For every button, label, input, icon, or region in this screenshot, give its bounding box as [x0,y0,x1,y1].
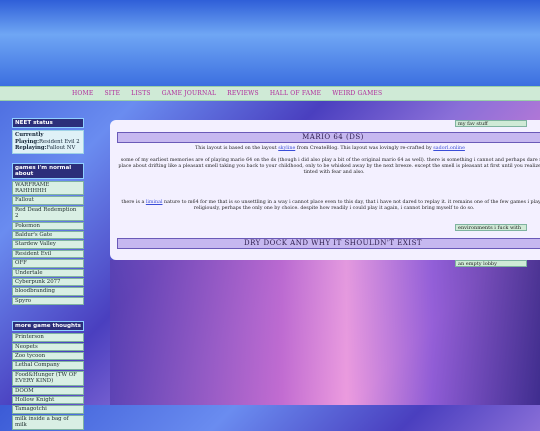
game-link[interactable]: Stardew Valley [12,240,84,249]
game-link[interactable]: Spyro [12,296,84,306]
game-link[interactable]: Pokemon [12,221,84,230]
game-link[interactable]: OFF [12,259,84,268]
status-box: Currently Playing:Resident Evil 2 Replay… [12,130,84,154]
game-link[interactable]: Cyberpunk 2077 [12,277,84,287]
status-title: NEET status [12,118,84,128]
nav-home[interactable]: HOME [72,90,93,97]
sadorl-link[interactable]: sadorl.online [433,146,465,151]
game-link[interactable]: Baldur's Gate [12,230,84,240]
normal-games-title: games i'm normal about [12,162,84,179]
nav-game-journal[interactable]: GAME JOURNAL [162,90,216,97]
game-link[interactable]: Undertale [12,268,84,277]
game-link[interactable]: Resident Evil [12,249,84,259]
game-thought-link[interactable]: milk inside a bag of milk [12,414,84,430]
game-link[interactable]: bloodbranding [12,287,84,296]
skyline-link[interactable]: skyline [278,146,295,151]
credit-line: This layout is based on the layout skyli… [195,146,465,151]
replaying-value: Fallout NV [46,145,76,151]
nav-reviews[interactable]: REVIEWS [227,90,259,97]
post-paragraph-2: there is a liminal nature to m64 for me … [121,200,540,211]
post-paragraph-1: some of my earliest memories are of play… [118,158,540,175]
playing-value: Resident Evil 2 [39,138,80,145]
post2-title: DRY DOCK AND WHY IT SHOULDN'T EXIST [117,238,540,249]
game-thought-link[interactable]: Neopets [12,342,84,351]
nav-site[interactable]: SITE [104,90,120,97]
replaying-label: Replaying: [15,145,47,151]
game-thought-link[interactable]: Hollow Knight [12,396,84,405]
game-thought-link[interactable]: Lethal Company [12,361,84,370]
main-content: MARIO 64 (DS) This layout is based on th… [110,120,540,260]
main-nav: HOME SITE LISTS GAME JOURNAL REVIEWS HAL… [0,86,540,101]
liminal-link[interactable]: liminal [146,200,163,205]
nav-hall-of-fame[interactable]: HALL OF FAME [270,90,321,97]
nav-lists[interactable]: LISTS [131,90,151,97]
header-background [0,0,540,86]
environments-widget[interactable]: environments i fuck with [455,224,527,231]
left-sidebar: NEET status Currently Playing:Resident E… [12,118,84,431]
nav-weird-games[interactable]: WEIRD GAMES [332,90,382,97]
game-thought-link[interactable]: Printerson [12,333,84,342]
game-link[interactable]: Red Dead Redemption 2 [12,205,84,221]
game-thought-link[interactable]: DOOM [12,386,84,396]
game-link[interactable]: Fallout [12,196,84,205]
background-glow [110,260,540,405]
post-title: MARIO 64 (DS) [117,132,540,143]
fav-stuff-widget[interactable]: my fav stuff [455,120,527,127]
game-thought-link[interactable]: Tamagotchi [12,405,84,414]
game-thought-link[interactable]: Food&Hunger (TW OF EVERY KIND) [12,370,84,386]
more-games-title: more game thoughts [12,321,84,332]
empty-lobby-widget[interactable]: an empty lobby [455,260,527,267]
game-thought-link[interactable]: Zoo tycoon [12,352,84,361]
game-link[interactable]: WARFRAME RAHHHHH [12,180,84,196]
